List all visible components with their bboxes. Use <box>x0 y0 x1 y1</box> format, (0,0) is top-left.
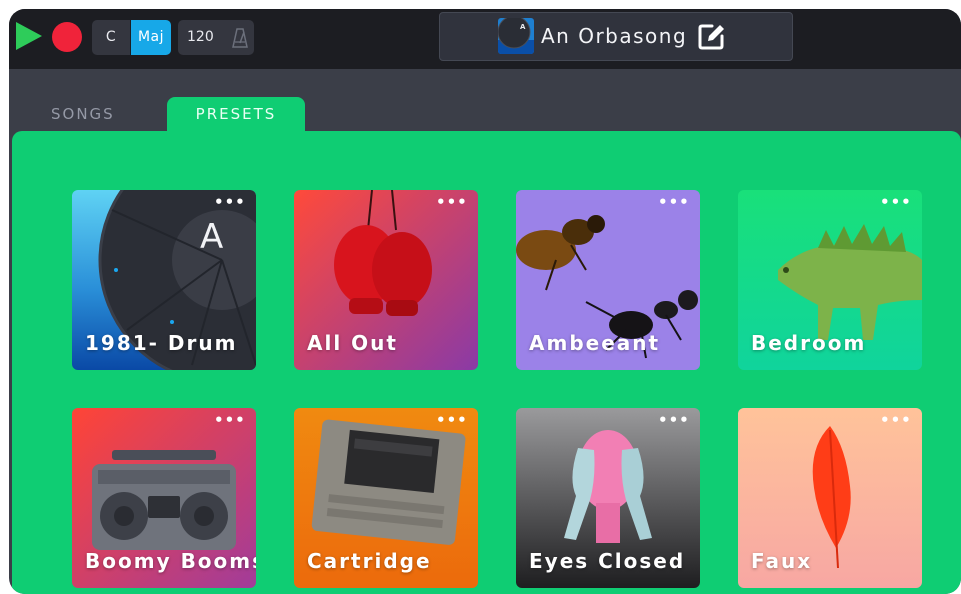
preset-name: Bedroom <box>751 331 867 355</box>
svg-text:A: A <box>200 217 223 257</box>
preset-card[interactable]: ••• All Out <box>294 190 478 370</box>
edit-icon[interactable] <box>698 22 726 50</box>
play-icon[interactable] <box>16 22 42 50</box>
card-menu-button[interactable]: ••• <box>214 412 245 428</box>
card-menu-button[interactable]: ••• <box>880 194 911 210</box>
preset-name: Eyes Closed <box>529 549 686 573</box>
card-menu-button[interactable]: ••• <box>658 412 689 428</box>
song-thumbnail: A <box>498 18 534 54</box>
presets-panel: A ••• 1981- Drum ••• All Out ••• Ambeean… <box>12 131 961 594</box>
preset-card[interactable]: ••• Bedroom <box>738 190 922 370</box>
preset-card[interactable]: ••• Boomy Booms <box>72 408 256 588</box>
metronome-icon[interactable] <box>232 28 248 48</box>
tab-presets[interactable]: PRESETS <box>167 97 305 131</box>
song-title-bar[interactable]: A An Orbasong <box>439 12 793 61</box>
top-toolbar: C Maj 120 A An Orbasong <box>9 9 961 69</box>
preset-name: Boomy Booms <box>85 549 256 573</box>
svg-text:A: A <box>520 23 526 31</box>
preset-card[interactable]: ••• Eyes Closed <box>516 408 700 588</box>
preset-name: All Out <box>307 331 398 355</box>
song-title: An Orbasong <box>541 24 688 48</box>
card-menu-button[interactable]: ••• <box>436 412 467 428</box>
preset-card[interactable]: ••• Faux <box>738 408 922 588</box>
preset-card[interactable]: A ••• 1981- Drum <box>72 190 256 370</box>
preset-name: Faux <box>751 549 813 573</box>
key-note-selector[interactable]: C <box>92 20 130 55</box>
preset-card[interactable]: ••• Cartridge <box>294 408 478 588</box>
preset-name: Cartridge <box>307 549 432 573</box>
preset-card[interactable]: ••• Ambeeant <box>516 190 700 370</box>
preset-name: 1981- Drum <box>85 331 238 355</box>
tab-songs[interactable]: SONGS <box>51 97 131 131</box>
card-menu-button[interactable]: ••• <box>880 412 911 428</box>
card-menu-button[interactable]: ••• <box>658 194 689 210</box>
card-menu-button[interactable]: ••• <box>214 194 245 210</box>
tempo-control[interactable]: 120 <box>178 20 254 55</box>
card-menu-button[interactable]: ••• <box>436 194 467 210</box>
tempo-value: 120 <box>187 29 214 45</box>
preset-name: Ambeeant <box>529 331 661 355</box>
key-scale-selector[interactable]: Maj <box>131 20 171 55</box>
record-icon[interactable] <box>52 22 82 52</box>
app-window: C Maj 120 A An Orbasong SONGS PRESETS A … <box>9 9 961 594</box>
